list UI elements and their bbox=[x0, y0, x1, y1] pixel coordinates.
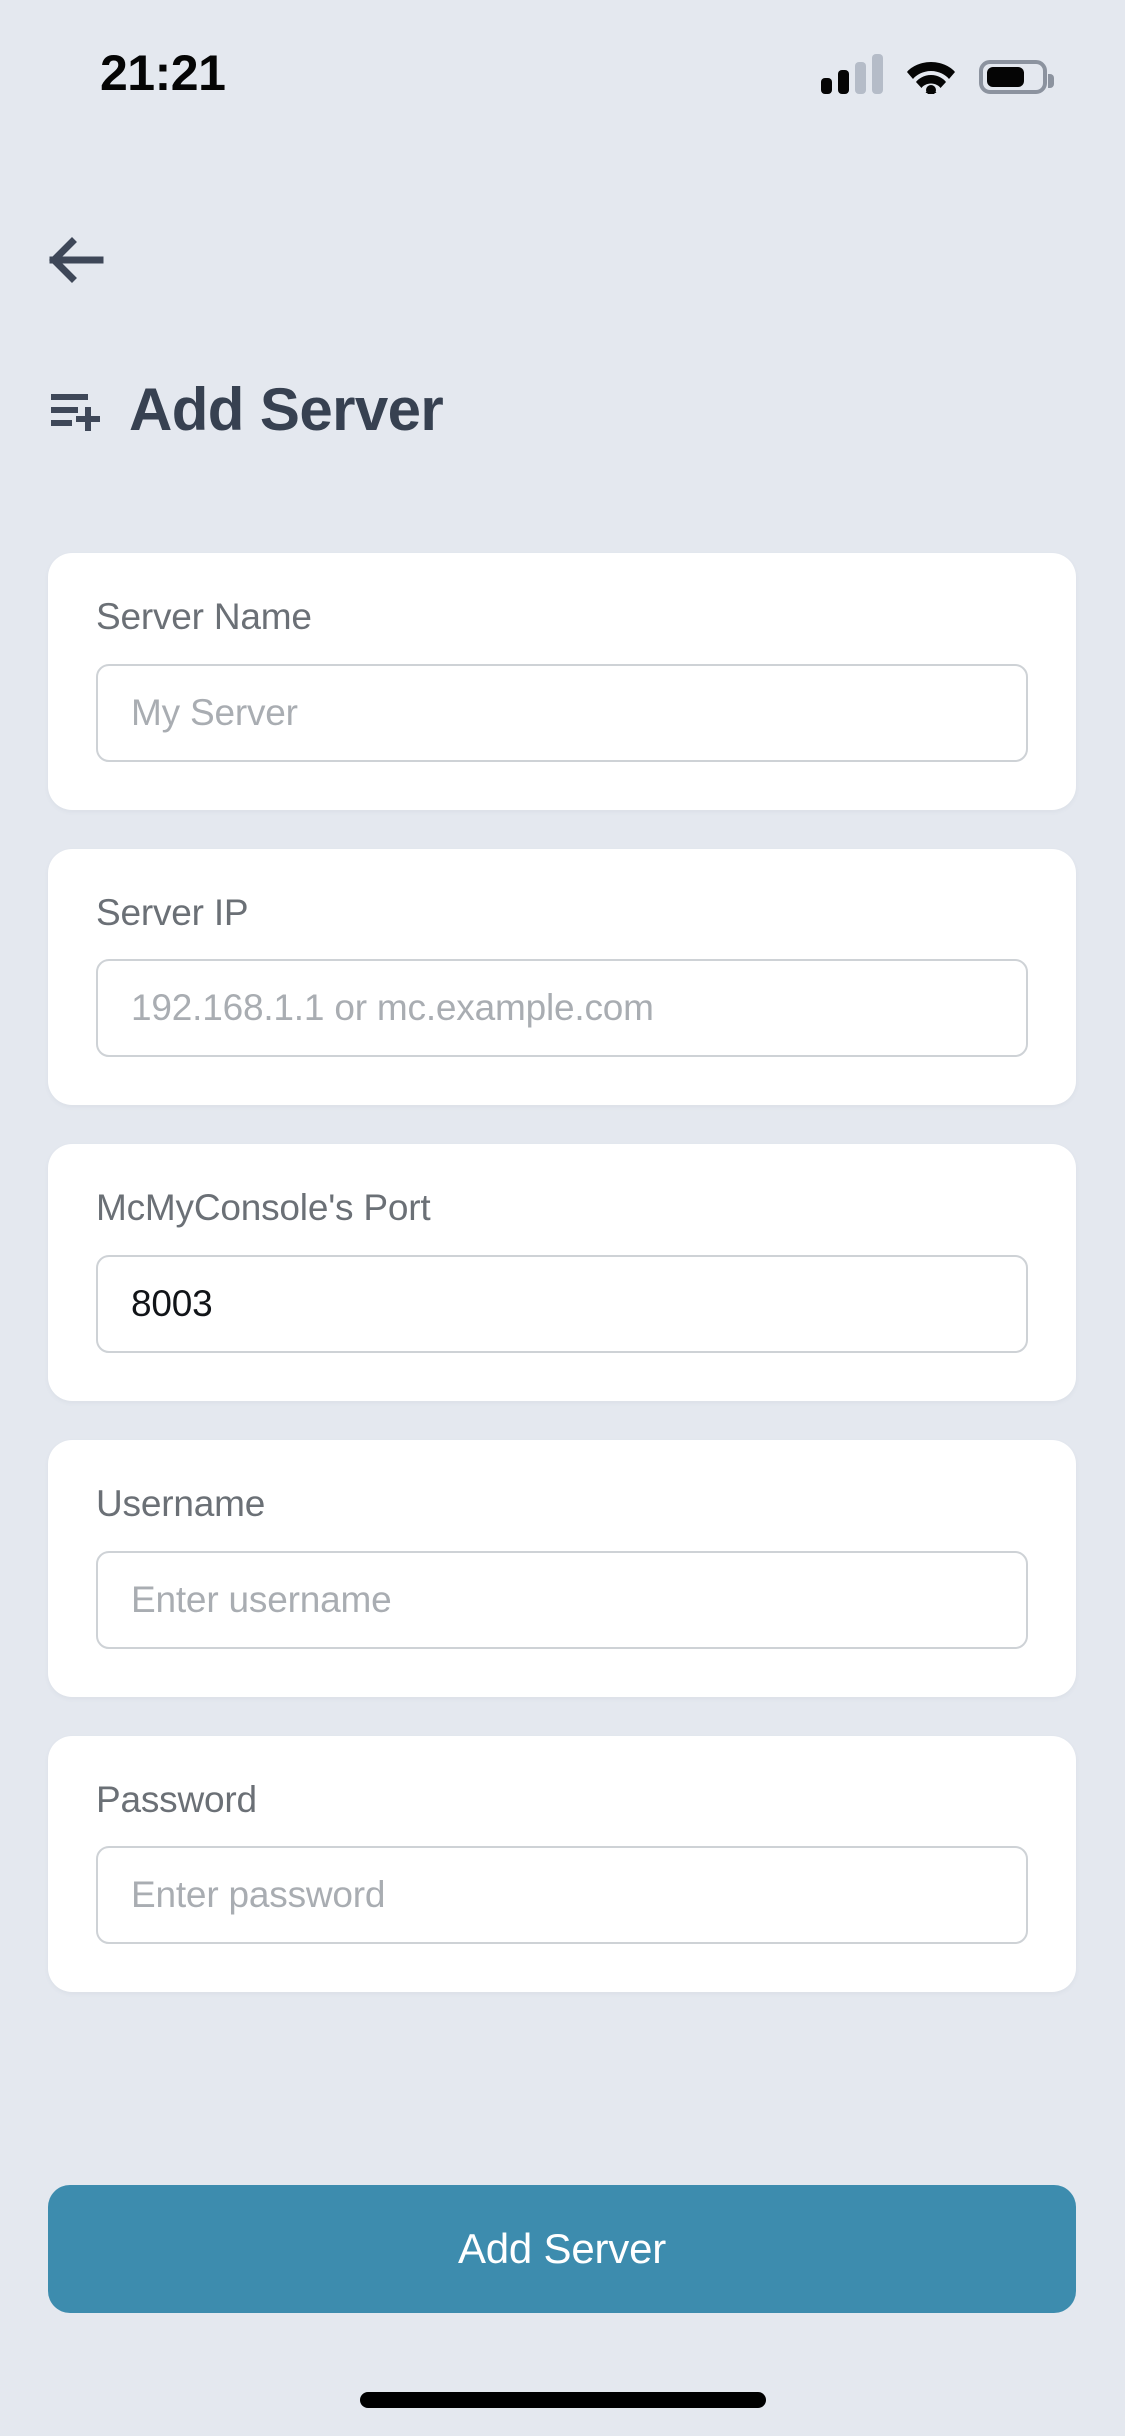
server-name-input[interactable] bbox=[96, 663, 1028, 762]
field-card-port: McMyConsole's Port bbox=[48, 1144, 1076, 1402]
wifi-icon bbox=[905, 54, 957, 95]
label-server-name: Server Name bbox=[96, 596, 312, 637]
field-card-server-name: Server Name bbox=[48, 553, 1076, 810]
status-indicators bbox=[821, 54, 1054, 95]
list-plus-icon bbox=[51, 394, 100, 431]
back-button[interactable] bbox=[48, 205, 158, 315]
field-card-password: Password bbox=[48, 1735, 1076, 1993]
signal-bars-icon bbox=[821, 54, 883, 94]
field-card-server-ip: Server IP bbox=[48, 848, 1076, 1106]
battery-fill bbox=[987, 67, 1025, 87]
status-bar: 21:21 bbox=[0, 0, 1125, 132]
port-input[interactable] bbox=[96, 1255, 1028, 1354]
label-password: Password bbox=[96, 1778, 257, 1820]
page-title: Add Server bbox=[129, 376, 444, 443]
server-ip-input[interactable] bbox=[96, 959, 1028, 1058]
label-port: McMyConsole's Port bbox=[96, 1187, 431, 1229]
label-server-ip: Server IP bbox=[96, 891, 249, 933]
home-indicator[interactable] bbox=[359, 2392, 766, 2408]
add-server-button[interactable]: Add Server bbox=[48, 2185, 1076, 2313]
arrow-left-icon bbox=[49, 237, 104, 283]
status-time: 21:21 bbox=[100, 45, 226, 101]
label-username: Username bbox=[96, 1483, 266, 1525]
page-header: Add Server bbox=[48, 376, 444, 443]
username-input[interactable] bbox=[96, 1550, 1028, 1649]
password-input[interactable] bbox=[96, 1846, 1028, 1945]
battery-icon bbox=[979, 60, 1054, 94]
phone-screen: 21:21 Add Server Server Name My Server S… bbox=[0, 0, 1125, 2436]
add-server-form: Server Name Server IP McMyConsole's Port… bbox=[48, 553, 1076, 2031]
field-card-username: Username bbox=[48, 1440, 1076, 1697]
